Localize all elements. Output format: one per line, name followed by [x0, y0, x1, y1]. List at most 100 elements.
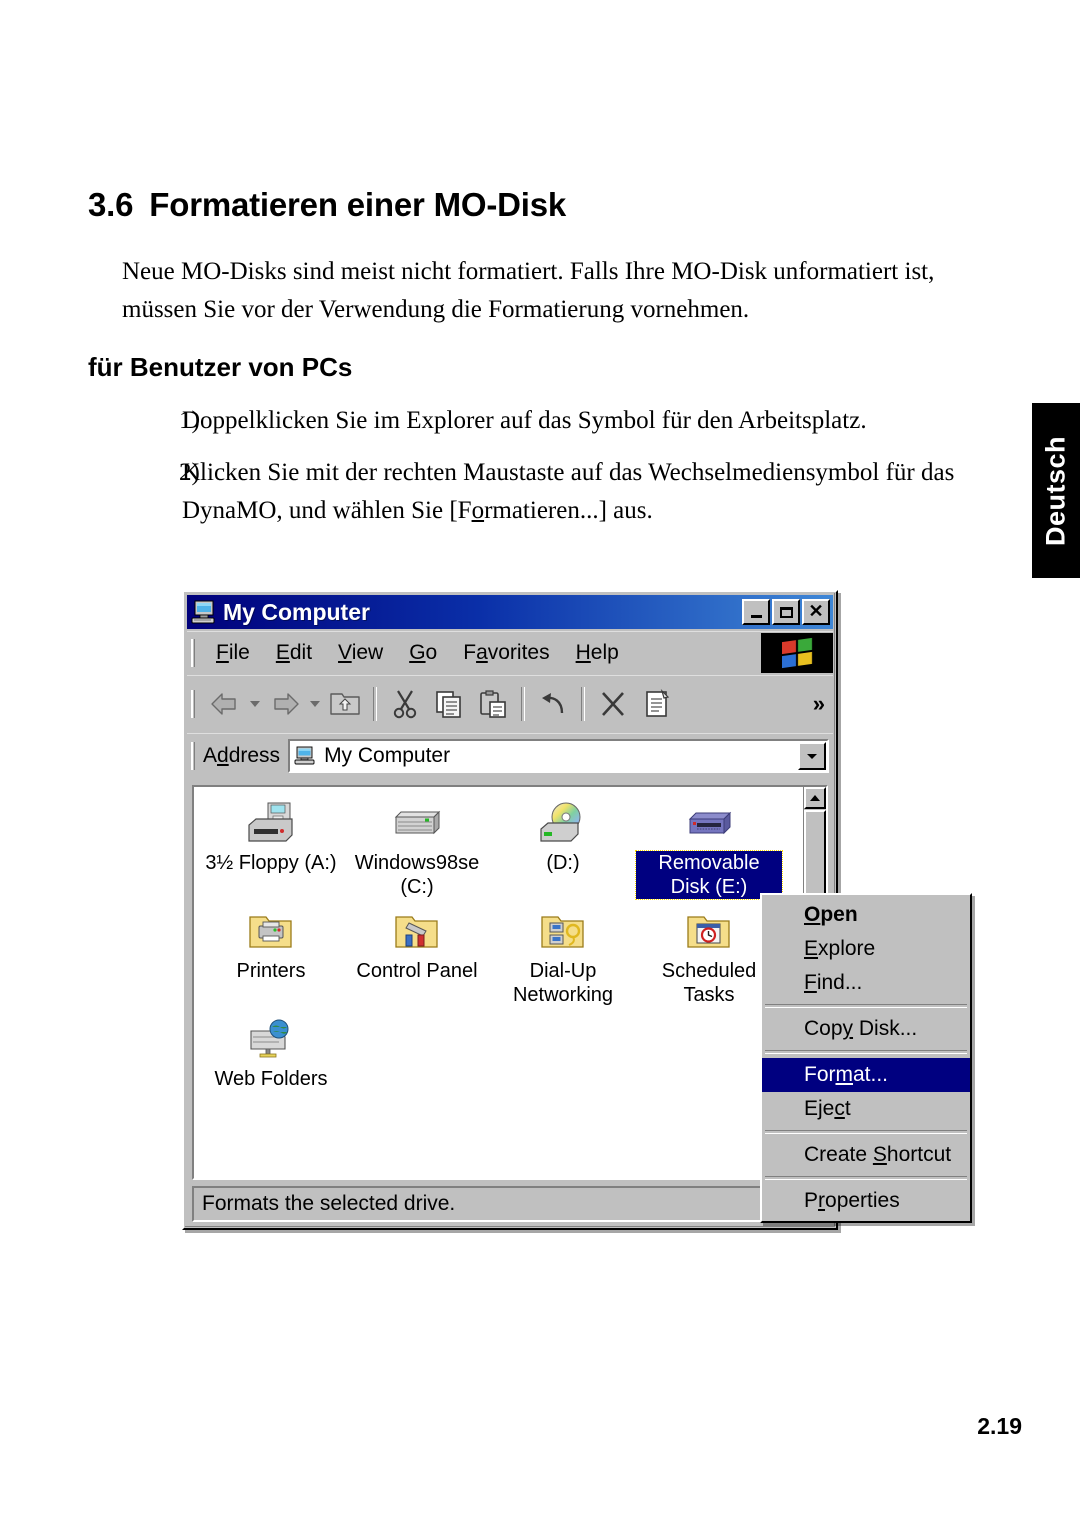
- item-label: (D:): [546, 852, 580, 874]
- removable-mo-disk-icon: [684, 801, 734, 847]
- minimize-button[interactable]: [742, 599, 770, 625]
- toolbar-separator: [521, 687, 525, 721]
- item-label: Printers: [236, 960, 306, 982]
- my-computer-icon: [294, 746, 316, 766]
- toolbar-grip[interactable]: [191, 690, 195, 718]
- hard-disk-icon: [392, 801, 442, 847]
- context-menu-separator: [765, 1176, 967, 1180]
- list-item[interactable]: (D:): [490, 795, 636, 903]
- context-menu-separator: [765, 1050, 967, 1054]
- list-item[interactable]: Removable Disk (E:): [635, 795, 783, 903]
- address-value: My Computer: [324, 744, 451, 767]
- item-label: Removable Disk (E:): [635, 850, 783, 900]
- address-bar: Address My Computer: [187, 733, 833, 778]
- menubar-grip[interactable]: [191, 639, 195, 667]
- cd-rom-drive-icon: [538, 801, 588, 847]
- list-item[interactable]: Printers: [198, 903, 344, 1011]
- list-item: 1) Doppelklicken Sie im Explorer auf das…: [122, 402, 1022, 440]
- list-marker: 1): [179, 407, 200, 434]
- windows-flag-logo-icon: [761, 633, 833, 673]
- control-panel-folder-icon: [392, 909, 442, 955]
- list-item[interactable]: Dial-Up Networking: [490, 903, 636, 1011]
- language-side-tab: Deutsch: [1032, 403, 1080, 578]
- address-dropdown-button[interactable]: [798, 742, 826, 770]
- forward-dropdown-icon[interactable]: [307, 682, 323, 726]
- my-computer-window: My Computer ✕ File Edit View Go Favorite…: [182, 590, 838, 1230]
- dialup-networking-folder-icon: [538, 909, 588, 955]
- page-number: 2.19: [977, 1413, 1022, 1439]
- list-marker: 2): [179, 459, 200, 486]
- addressbar-grip[interactable]: [191, 742, 195, 770]
- context-menu: Open Explore Find... Copy Disk... Format…: [760, 893, 972, 1223]
- item-label: Dial-Up Networking: [512, 960, 614, 1006]
- context-menu-item-explore[interactable]: Explore: [762, 932, 970, 966]
- item-label: Windows98se (C:): [354, 852, 480, 898]
- toolbar-separator: [581, 687, 585, 721]
- back-icon[interactable]: [203, 682, 247, 726]
- menu-favorites[interactable]: Favorites: [450, 638, 562, 668]
- window-titlebar[interactable]: My Computer ✕: [187, 595, 833, 629]
- toolbar-overflow-button[interactable]: »: [813, 691, 825, 717]
- toolbar: »: [187, 675, 833, 732]
- context-menu-item-copy-disk[interactable]: Copy Disk...: [762, 1012, 970, 1046]
- menu-edit[interactable]: Edit: [263, 638, 325, 668]
- list-item-text: Klicken Sie mit der rechten Maustaste au…: [182, 459, 955, 524]
- undo-icon[interactable]: [531, 682, 575, 726]
- list-item: 2) Klicken Sie mit der rechten Maustaste…: [122, 454, 1022, 530]
- menu-go[interactable]: Go: [396, 638, 450, 668]
- maximize-button[interactable]: [772, 599, 800, 625]
- heading-text: Formatieren einer MO-Disk: [149, 186, 567, 223]
- context-menu-item-properties[interactable]: Properties: [762, 1184, 970, 1218]
- context-menu-item-open[interactable]: Open: [762, 898, 970, 932]
- menu-file[interactable]: File: [203, 638, 263, 668]
- back-dropdown-icon[interactable]: [247, 682, 263, 726]
- list-item[interactable]: Windows98se (C:): [344, 795, 490, 903]
- list-item[interactable]: Web Folders: [198, 1011, 344, 1095]
- side-tab-label: Deutsch: [1040, 435, 1071, 546]
- context-menu-separator: [765, 1130, 967, 1134]
- item-label: Control Panel: [356, 960, 478, 982]
- context-menu-item-create-shortcut[interactable]: Create Shortcut: [762, 1138, 970, 1172]
- window-title: My Computer: [223, 598, 370, 625]
- web-folders-icon: [246, 1017, 296, 1063]
- up-one-level-icon[interactable]: [323, 682, 367, 726]
- properties-icon[interactable]: [635, 682, 679, 726]
- item-label: Scheduled Tasks: [661, 960, 757, 1006]
- item-label: Web Folders: [214, 1068, 328, 1090]
- context-menu-item-format[interactable]: Format...: [762, 1058, 970, 1092]
- floppy-drive-icon: [246, 801, 296, 847]
- heading-number: 3.6: [88, 186, 134, 223]
- status-text: Formats the selected drive.: [202, 1192, 456, 1215]
- steps-list: 1) Doppelklicken Sie im Explorer auf das…: [122, 402, 1022, 544]
- toolbar-separator: [373, 687, 377, 721]
- scheduled-tasks-folder-icon: [684, 909, 734, 955]
- context-menu-separator: [765, 1004, 967, 1008]
- context-menu-item-find[interactable]: Find...: [762, 966, 970, 1000]
- list-item-text: Doppelklicken Sie im Explorer auf das Sy…: [182, 407, 867, 434]
- menu-help[interactable]: Help: [563, 638, 632, 668]
- close-button[interactable]: ✕: [802, 599, 830, 625]
- copy-icon[interactable]: [427, 682, 471, 726]
- mnemonic-underline: o: [471, 497, 485, 524]
- menubar: File Edit View Go Favorites Help: [187, 631, 833, 674]
- context-menu-item-eject[interactable]: Eject: [762, 1092, 970, 1126]
- page-title: 3.6 Formatieren einer MO-Disk: [88, 186, 566, 224]
- section-subheading: für Benutzer von PCs: [88, 352, 353, 382]
- address-label: Address: [203, 744, 281, 767]
- delete-icon[interactable]: [591, 682, 635, 726]
- intro-paragraph: Neue MO-Disks sind meist nicht formatier…: [122, 258, 935, 323]
- paste-icon[interactable]: [471, 682, 515, 726]
- file-list-pane[interactable]: 3½ Floppy (A:) Windows98se (C:) (D:) Rem…: [192, 785, 828, 1180]
- menu-view[interactable]: View: [325, 638, 396, 668]
- address-input[interactable]: My Computer: [288, 739, 829, 773]
- scroll-up-button[interactable]: [804, 787, 826, 809]
- cut-icon[interactable]: [383, 682, 427, 726]
- my-computer-icon: [191, 599, 217, 625]
- printers-folder-icon: [246, 909, 296, 955]
- status-bar: Formats the selected drive.: [192, 1186, 828, 1222]
- forward-icon[interactable]: [263, 682, 307, 726]
- window-caption-buttons: ✕: [742, 599, 830, 625]
- list-item[interactable]: Control Panel: [344, 903, 490, 1011]
- item-label: 3½ Floppy (A:): [205, 852, 337, 874]
- list-item[interactable]: 3½ Floppy (A:): [198, 795, 344, 903]
